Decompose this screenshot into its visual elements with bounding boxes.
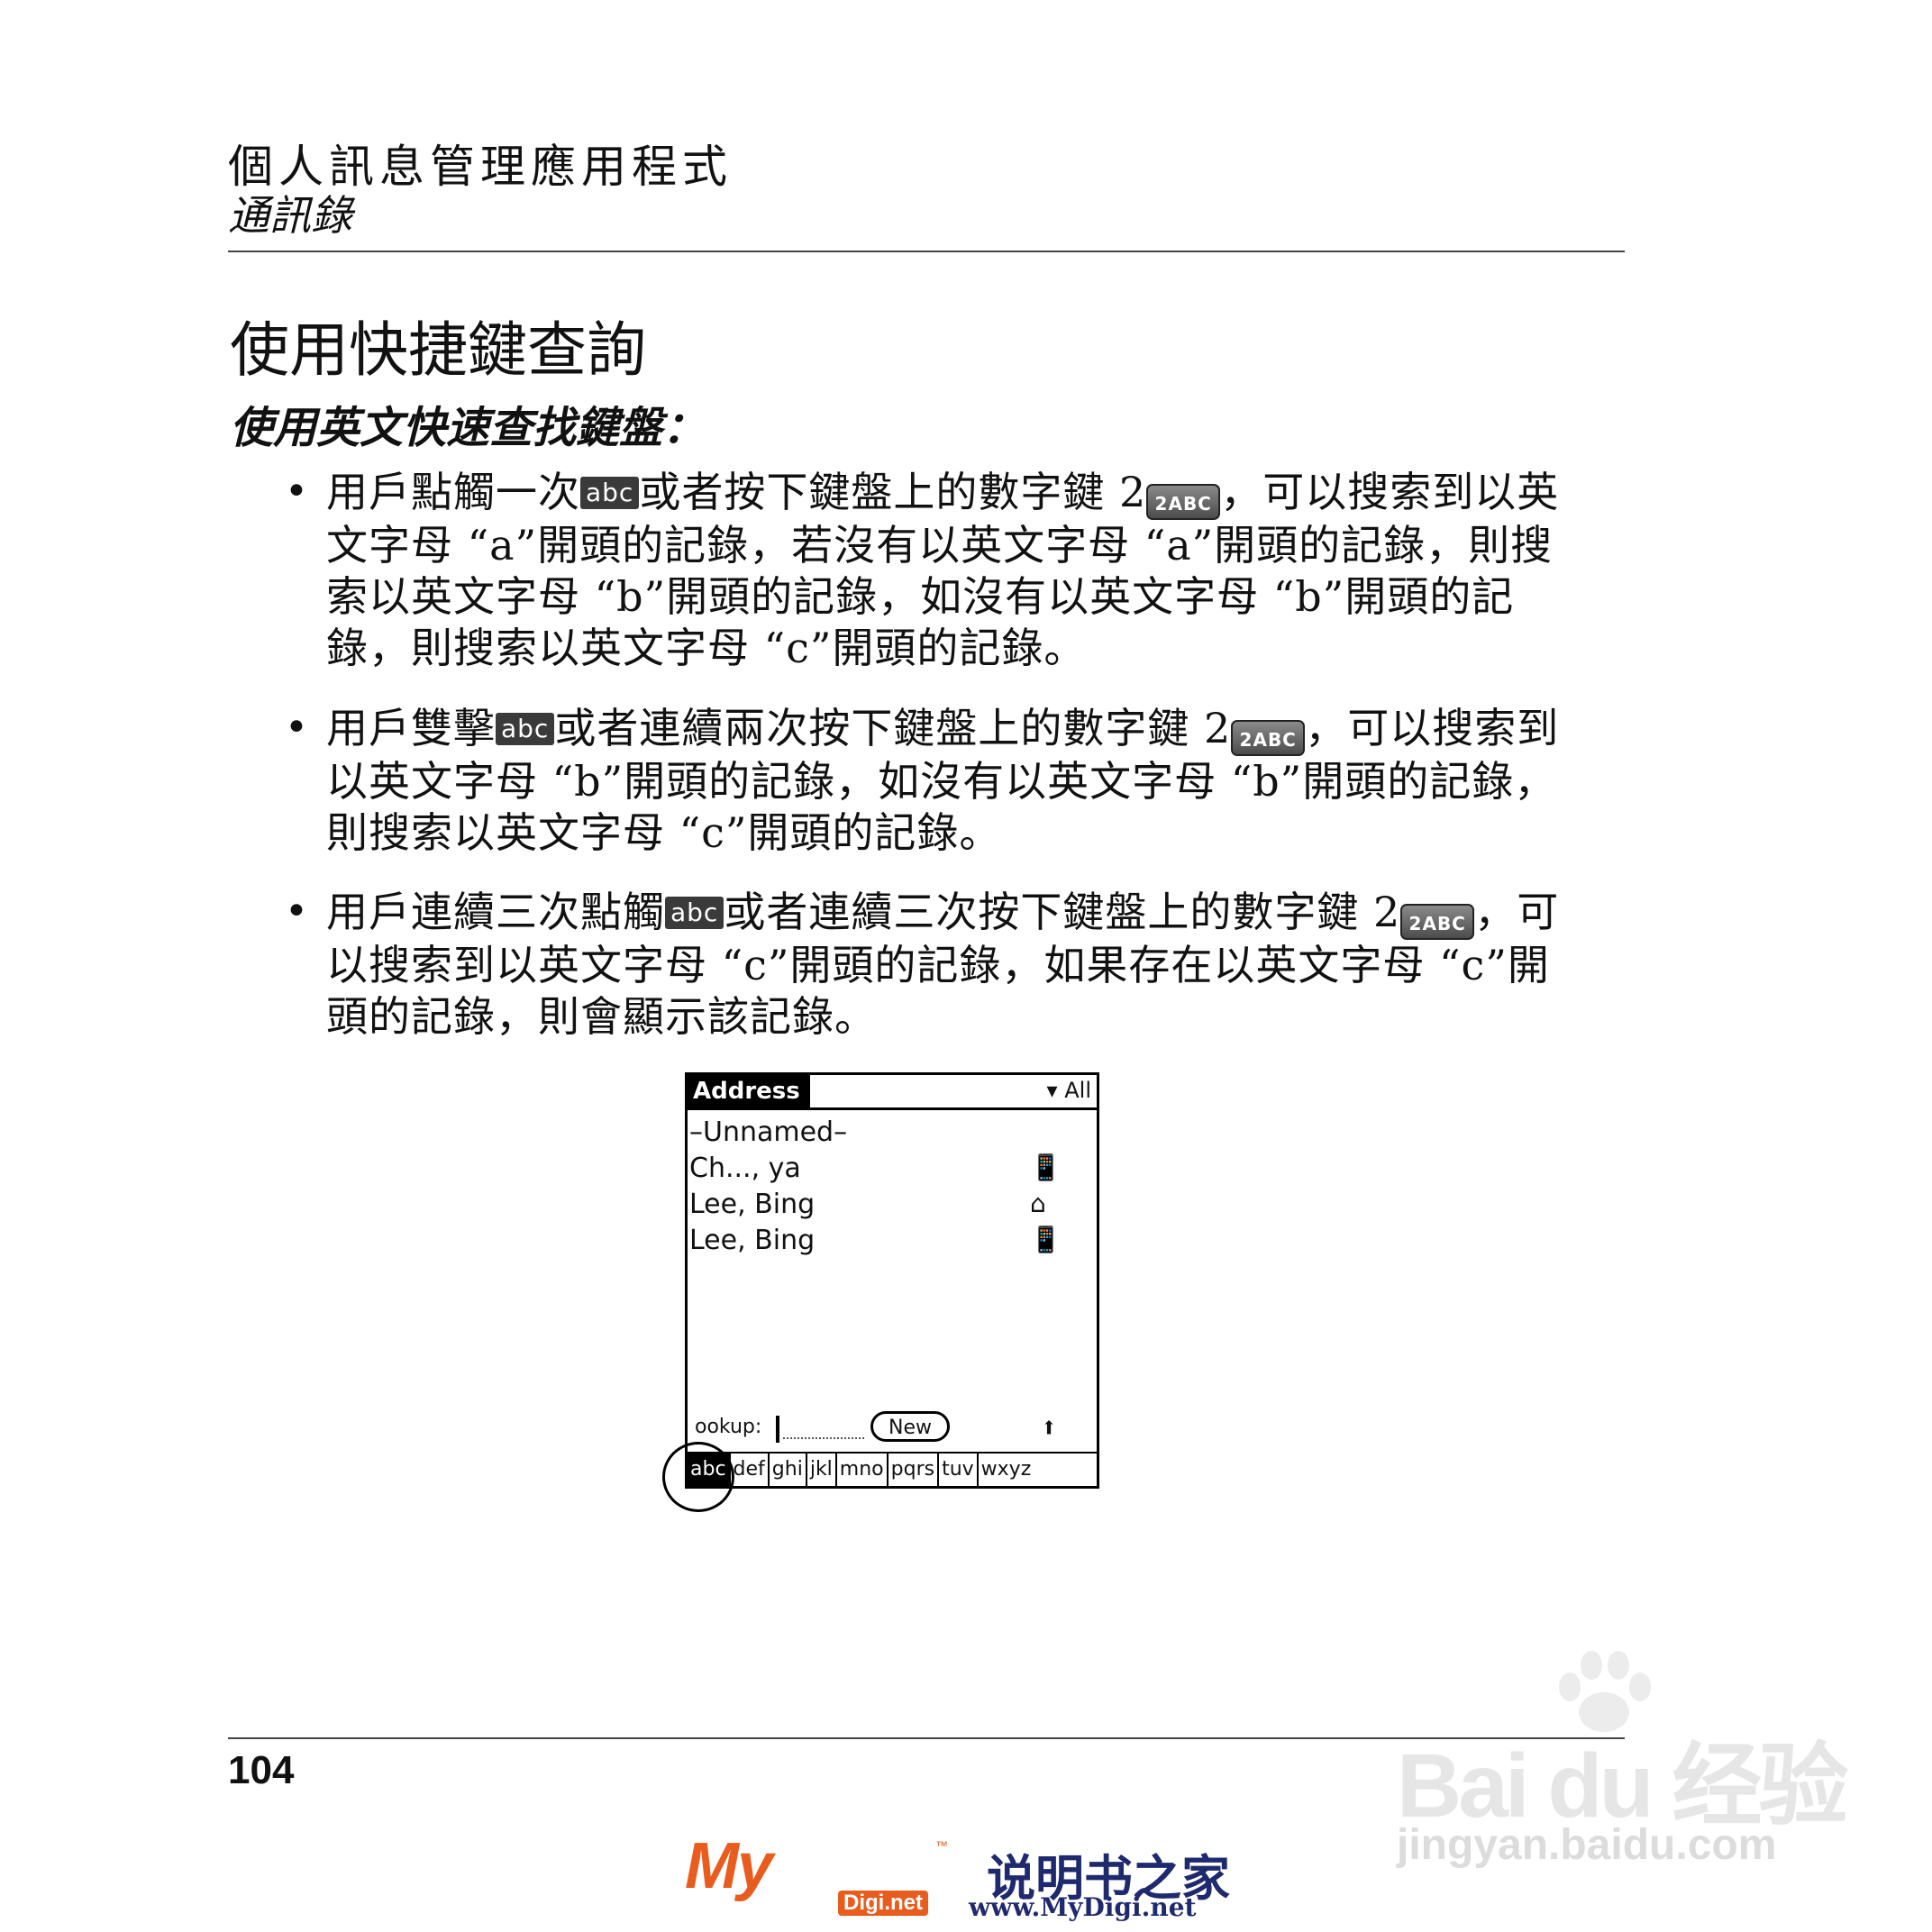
abc-key-icon: abc [496, 713, 555, 745]
page-number: 104 [228, 1748, 295, 1792]
category-dropdown[interactable]: ▾ All [1047, 1075, 1091, 1106]
category-value: All [1064, 1078, 1091, 1103]
bullet-paragraph-2: 用戶雙擊 abc 或者連續兩次按下鍵盤上的數字鍵 2 2ABC ，可以搜索到以英文字母 … [326, 703, 1570, 859]
quick-lookup-tabs: abc def ghi jkl mno pqrs tuv wxyz [688, 1452, 1097, 1488]
highlight-circle [662, 1442, 734, 1512]
home-icon: ⌂ [1030, 1189, 1046, 1218]
tab-jkl[interactable]: jkl [807, 1454, 837, 1488]
lookup-label: ookup: [695, 1416, 762, 1438]
tab-wxyz[interactable]: wxyz [979, 1454, 1034, 1488]
key-2abc-icon: 2ABC [1231, 720, 1306, 756]
bullet-marker: • [285, 469, 308, 515]
watermark-url: jingyan.baidu.com [1397, 1821, 1777, 1869]
mydigi-url: www.MyDigi.net [969, 1892, 1197, 1922]
chapter-subtitle: 通訊錄 [228, 191, 352, 240]
lookup-field[interactable] [783, 1437, 864, 1439]
bullet-text-part: 或者按下鍵盤上的數字鍵 2 [639, 468, 1147, 516]
dropdown-arrow-icon: ▾ [1046, 1078, 1065, 1103]
bullet-text-part: 或者連續三次按下鍵盤上的數字鍵 2 [724, 888, 1401, 936]
bullet-paragraph-3: 用戶連續三次點觸 abc 或者連續三次按下鍵盤上的數字鍵 2 2ABC ，可以搜索到以英… [326, 887, 1570, 1043]
mobile-phone-icon: 📱 [1030, 1225, 1062, 1254]
bullet-text-part: 或者連續兩次按下鍵盤上的數字鍵 2 [554, 704, 1232, 752]
section-title: 使用快捷鍵查詢 [230, 315, 646, 385]
contact-name: Lee, Bing [689, 1225, 816, 1256]
bullet-marker: • [285, 705, 308, 751]
bullet-text-part: 用戶雙擊 [326, 704, 496, 752]
abc-key-icon: abc [580, 477, 640, 509]
address-row[interactable]: Lee, Bing ⌂ [689, 1189, 1050, 1220]
new-button[interactable]: New [870, 1411, 950, 1442]
bullet-paragraph-1: 用戶點觸一次 abc 或者按下鍵盤上的數字鍵 2 2ABC ，可以搜索到以英文字母 “a… [326, 467, 1570, 674]
address-row[interactable]: –Unnamed– [689, 1116, 1050, 1148]
header-divider [228, 251, 1625, 252]
mydigi-logo: My [685, 1830, 773, 1902]
address-app-screenshot: Address ▾ All –Unnamed– Ch..., ya 📱 Lee,… [685, 1072, 1099, 1489]
bullet-marker: • [285, 889, 308, 934]
key-2abc-icon: 2ABC [1400, 904, 1475, 940]
mobile-phone-icon: 📱 [1030, 1153, 1062, 1182]
shift-arrow-icon[interactable]: ⬆ [1041, 1412, 1057, 1444]
trademark-mark: ™ [935, 1838, 948, 1853]
mydigi-logo-badge: Digi.net [838, 1891, 928, 1916]
address-row[interactable]: Ch..., ya 📱 [689, 1153, 1062, 1184]
section-subtitle: 使用英文快速查找鍵盤： [230, 403, 706, 453]
tab-mno[interactable]: mno [837, 1454, 889, 1488]
app-header: Address ▾ All [688, 1075, 1097, 1110]
contact-name: –Unnamed– [689, 1116, 848, 1148]
key-2abc-icon: 2ABC [1146, 484, 1221, 520]
app-title: Address [688, 1075, 810, 1107]
contact-name: Ch..., ya [689, 1153, 801, 1184]
tab-tuv[interactable]: tuv [939, 1454, 979, 1488]
tab-pqrs[interactable]: pqrs [889, 1454, 940, 1488]
contact-name: Lee, Bing [689, 1189, 816, 1220]
address-row[interactable]: Lee, Bing 📱 [689, 1225, 1062, 1256]
abc-key-icon: abc [665, 897, 724, 929]
bullet-text-part: 用戶連續三次點觸 [326, 888, 665, 936]
tab-ghi[interactable]: ghi [770, 1454, 807, 1488]
tab-def[interactable]: def [731, 1454, 770, 1488]
bullet-text-part: 用戶點觸一次 [326, 468, 580, 516]
lookup-cursor [776, 1416, 779, 1443]
